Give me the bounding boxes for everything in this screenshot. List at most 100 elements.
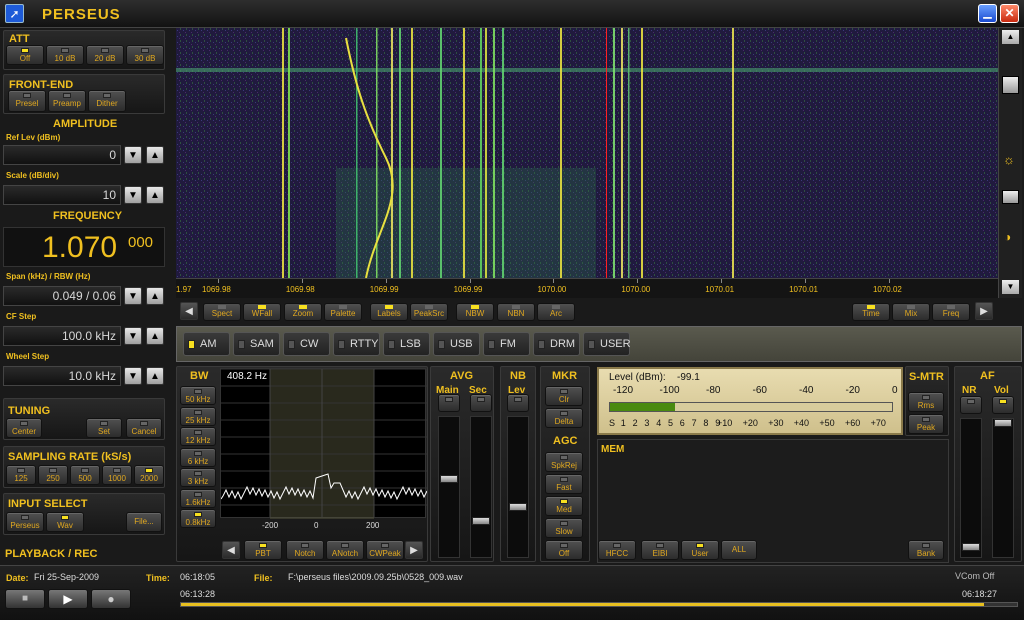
bw-button-6[interactable]: 0.8kHz [180,509,216,528]
wheel-step-up-button[interactable]: ▲ [146,367,164,385]
scroll-up-icon[interactable]: ▲ [1002,30,1019,44]
af-nr-slider[interactable] [960,418,982,558]
toolbar-button-nbw[interactable]: NBW [456,303,494,321]
smtr-button-1[interactable]: Peak [908,414,944,434]
bw-lower-button-2[interactable]: ANotch [326,540,364,560]
audio-spectrum[interactable]: 408.2 Hz -200 0 200 [220,368,427,530]
cf-step-up-button[interactable]: ▲ [146,327,164,345]
slider-toggle-0[interactable] [438,394,460,412]
bw-button-3[interactable]: 6 kHz [180,447,216,467]
mkr-button-0[interactable]: Clr [545,386,583,406]
sampling-button-1[interactable]: 250 [38,465,68,485]
frequency-display[interactable]: 1.070 000 [3,227,165,267]
att-button-1[interactable]: 10 dB [46,45,84,65]
frontend-button-2[interactable]: Dither [88,90,126,112]
af-nr-thumb[interactable] [962,543,980,551]
span-down-button[interactable]: ▼ [124,287,142,305]
sampling-button-4[interactable]: 2000 [134,465,164,485]
af-vol-thumb[interactable] [994,419,1012,427]
mem-bank-button[interactable]: Bank [908,540,944,560]
input-button-0[interactable]: Perseus [6,512,44,532]
toolbar-button-zoom[interactable]: Zoom [284,303,322,321]
mem-button-0[interactable]: HFCC [598,540,636,560]
mem-button-1[interactable]: EIBI [641,540,679,560]
cf-step-field[interactable]: 100.0 kHz [3,326,121,346]
waterfall-display[interactable] [176,28,998,278]
toolbar-button-peaksrc[interactable]: PeakSrc [410,303,448,321]
smtr-button-0[interactable]: Rms [908,392,944,412]
sampling-button-3[interactable]: 1000 [102,465,132,485]
sampling-button-2[interactable]: 500 [70,465,100,485]
scale-down-button[interactable]: ▼ [124,186,142,204]
agc-button-2[interactable]: Med [545,496,583,516]
bw-lower-button-1[interactable]: Notch [286,540,324,560]
slider-track-2[interactable] [507,416,529,558]
minimize-button[interactable]: ▁ [978,4,997,23]
mem-button-all[interactable]: ALL [721,540,757,560]
af-vol-slider[interactable] [992,418,1014,558]
slider-track-1[interactable] [470,416,492,558]
mode-button-drm[interactable]: DRM [533,332,580,356]
scale-field[interactable]: 10 [3,185,121,205]
slider-thumb-0[interactable] [440,475,458,483]
agc-button-3[interactable]: Slow [545,518,583,538]
close-button[interactable]: ✕ [1000,4,1019,23]
toolbar-button-labels[interactable]: Labels [370,303,408,321]
mkr-button-1[interactable]: Delta [545,408,583,428]
frontend-button-1[interactable]: Preamp [48,90,86,112]
record-button[interactable]: ● [91,589,131,609]
cf-step-down-button[interactable]: ▼ [124,327,142,345]
waterfall-scrollbar[interactable]: ▲ ☼ ◑ ▼ [998,28,1022,298]
toolbar-left-button[interactable]: ◀ [180,302,198,320]
sampling-button-0[interactable]: 125 [6,465,36,485]
ref-level-up-button[interactable]: ▲ [146,146,164,164]
bw-button-0[interactable]: 50 kHz [180,386,216,405]
contrast-thumb[interactable] [1002,190,1019,204]
slider-thumb-1[interactable] [472,517,490,525]
wheel-step-field[interactable]: 10.0 kHz [3,366,121,386]
tuning-button-2[interactable]: Cancel [126,418,162,438]
att-button-0[interactable]: Off [6,45,44,65]
bw-button-5[interactable]: 1.6kHz [180,488,216,508]
toolbar-button-palette[interactable]: Palette [324,303,362,321]
toolbar-button-nbn[interactable]: NBN [497,303,535,321]
app-icon[interactable]: ➚ [5,4,24,23]
span-up-button[interactable]: ▲ [146,287,164,305]
toolbar-right-button[interactable]: ▶ [975,302,993,320]
span-field[interactable]: 0.049 / 0.06 [3,286,121,306]
agc-button-1[interactable]: Fast [545,474,583,494]
brightness-thumb[interactable] [1002,76,1019,94]
slider-toggle-1[interactable] [470,394,492,412]
ref-level-down-button[interactable]: ▼ [124,146,142,164]
agc-button-0[interactable]: SpkRej [545,452,583,472]
mode-button-fm[interactable]: FM [483,332,530,356]
mode-button-am[interactable]: AM [183,332,230,356]
att-button-2[interactable]: 20 dB [86,45,124,65]
input-button-2[interactable]: File... [126,512,162,532]
wheel-step-down-button[interactable]: ▼ [124,367,142,385]
tuning-button-1[interactable]: Set [86,418,122,438]
input-button-1[interactable]: Wav [46,512,84,532]
af-nr-toggle[interactable] [960,396,982,414]
slider-toggle-2[interactable] [507,394,529,412]
bw-lower-button-3[interactable]: CWPeak [366,540,404,560]
ref-level-field[interactable]: 0 [3,145,121,165]
stop-button[interactable]: ■ [5,589,45,609]
bw-button-2[interactable]: 12 kHz [180,427,216,446]
mode-button-lsb[interactable]: LSB [383,332,430,356]
agc-button-4[interactable]: Off [545,540,583,560]
bw-button-1[interactable]: 25 kHz [180,406,216,426]
toolbar-button-freq[interactable]: Freq [932,303,970,321]
toolbar-button-mix[interactable]: Mix [892,303,930,321]
mode-button-sam[interactable]: SAM [233,332,280,356]
toolbar-button-wfall[interactable]: WFall [243,303,281,321]
toolbar-button-time[interactable]: Time [852,303,890,321]
toolbar-button-spect[interactable]: Spect [203,303,241,321]
scroll-down-icon[interactable]: ▼ [1002,280,1019,294]
playback-progress[interactable] [180,602,1018,607]
att-button-3[interactable]: 30 dB [126,45,164,65]
mode-button-usb[interactable]: USB [433,332,480,356]
mode-button-user[interactable]: USER [583,332,631,356]
slider-thumb-2[interactable] [509,503,527,511]
toolbar-button-arc[interactable]: Arc [537,303,575,321]
